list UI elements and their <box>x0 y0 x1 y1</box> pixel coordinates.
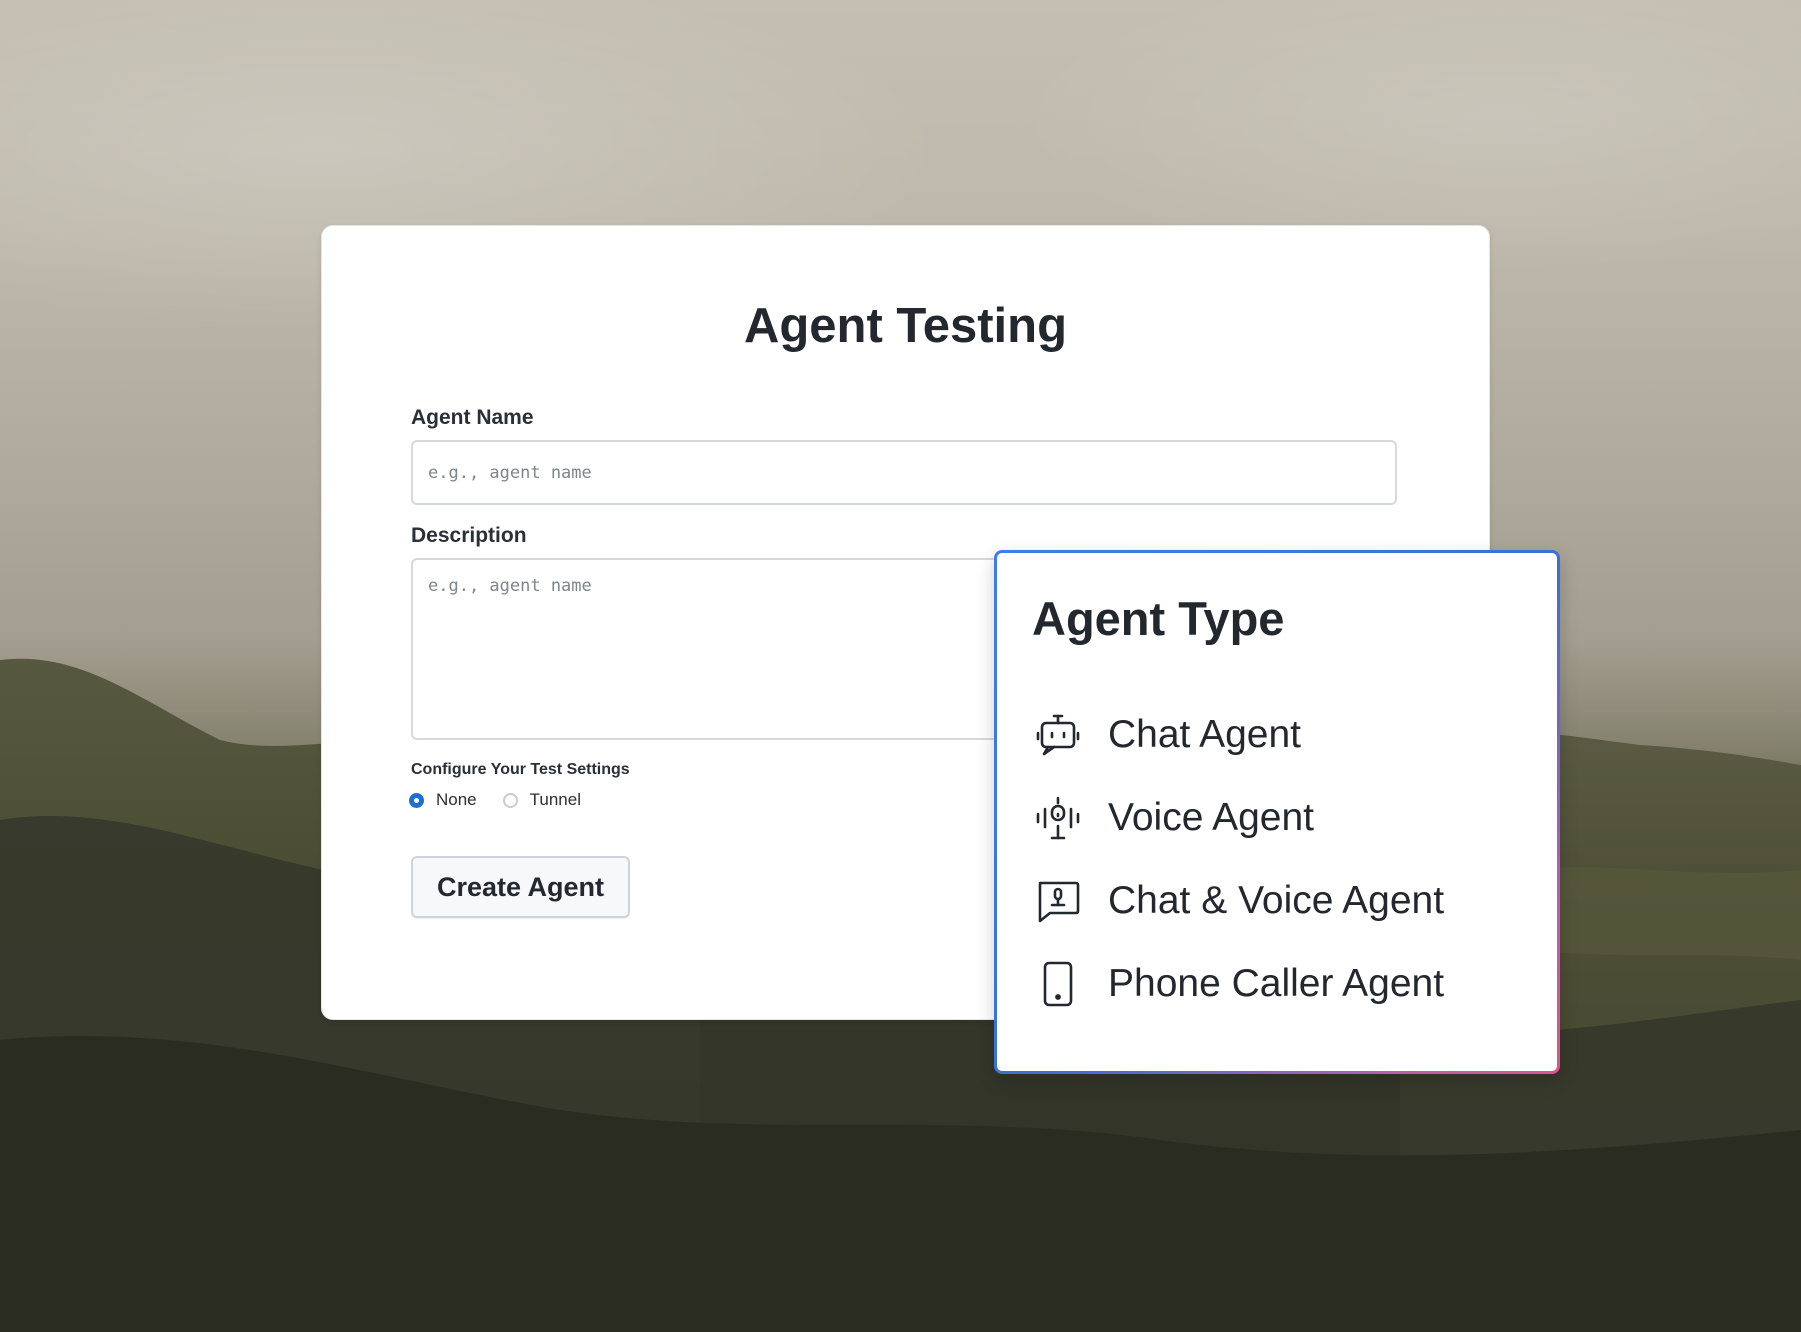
agent-type-chat[interactable]: Chat Agent <box>1032 693 1444 776</box>
agent-type-label: Chat & Voice Agent <box>1108 878 1445 922</box>
radio-option-tunnel[interactable]: Tunnel <box>502 790 581 810</box>
test-settings-radio-group: None Tunnel <box>409 790 607 810</box>
create-agent-button[interactable]: Create Agent <box>411 856 630 918</box>
robot-icon <box>1032 709 1084 761</box>
agent-type-phone-caller[interactable]: Phone Caller Agent <box>1032 942 1444 1025</box>
radio-option-label: Tunnel <box>529 790 581 809</box>
agent-type-label: Phone Caller Agent <box>1108 961 1445 1005</box>
agent-type-popover: Agent Type Chat Agent Voice Agent Chat &… <box>994 550 1560 1074</box>
radio-selected-indicator[interactable] <box>409 792 424 808</box>
agent-name-label: Agent Name <box>411 406 534 429</box>
radio-option-label: None <box>436 790 477 809</box>
agent-type-label: Chat Agent <box>1108 712 1301 756</box>
description-label: Description <box>411 524 527 547</box>
agent-type-list: Chat Agent Voice Agent Chat & Voice Agen… <box>1032 693 1444 1025</box>
test-settings-label: Configure Your Test Settings <box>411 761 630 778</box>
speech-bubble-mic-icon <box>1032 875 1084 927</box>
agent-type-chat-voice[interactable]: Chat & Voice Agent <box>1032 859 1444 942</box>
radio-option-none[interactable]: None <box>409 790 477 810</box>
agent-type-label: Voice Agent <box>1108 795 1315 839</box>
phone-icon <box>1032 958 1084 1010</box>
radio-unselected-indicator[interactable] <box>502 792 518 808</box>
agent-type-title: Agent Type <box>1032 592 1285 645</box>
agent-type-voice[interactable]: Voice Agent <box>1032 776 1444 859</box>
page-title: Agent Testing <box>743 299 1068 353</box>
microphone-icon <box>1032 792 1084 844</box>
agent-name-input[interactable] <box>411 440 1397 505</box>
